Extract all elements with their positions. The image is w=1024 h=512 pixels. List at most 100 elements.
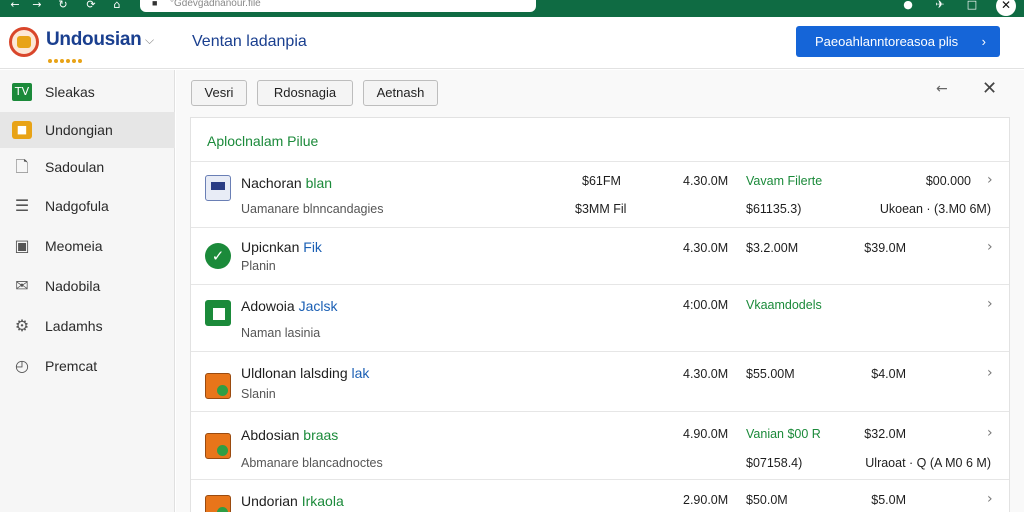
- row-total: $4.0M: [871, 367, 906, 381]
- row-status-detail: $61135.3): [746, 202, 802, 216]
- lock-icon: ■: [152, 0, 158, 8]
- row-status: $55.00M: [746, 367, 795, 381]
- address-text: °Gdevgadnanöur.file: [170, 0, 261, 9]
- chevron-right-icon[interactable]: ›: [987, 491, 993, 507]
- folder-icon: ■: [12, 121, 32, 139]
- package-icon: [205, 495, 231, 512]
- row-subtitle: Planin: [241, 259, 276, 273]
- chevron-right-icon[interactable]: ›: [987, 172, 993, 188]
- chevron-right-icon[interactable]: ›: [987, 425, 993, 441]
- pin-icon[interactable]: ✈: [932, 0, 948, 12]
- tab-vesri[interactable]: Vesri: [191, 80, 247, 106]
- row-total-detail: Ukoean · (3.M0 6M): [879, 202, 991, 216]
- sidebar-item-ladamhs[interactable]: ⚙ Ladamhs: [0, 308, 175, 344]
- row-amount: 4.30.0M: [683, 367, 729, 381]
- browser-toolbar: ← → ↻ ⟳ ⌂ ■ °Gdevgadnanöur.file ● ✈ □ ✕: [0, 0, 1024, 17]
- spreadsheet-icon: [205, 300, 231, 326]
- forward-arrow-icon[interactable]: →: [30, 0, 44, 12]
- row-name: Adowoia Jaclsk: [241, 298, 338, 314]
- chevron-down-icon[interactable]: ⌵: [145, 33, 154, 48]
- table-row[interactable]: Undorian Irkaola 2.90.0M $50.0M $5.0M ›: [191, 481, 1009, 512]
- package-icon: [205, 433, 231, 459]
- row-subtitle: Uamanare blnncandagies: [241, 202, 384, 216]
- row-subtitle: Abmanare blancadnoctes: [241, 456, 383, 470]
- sidebar-item-label: Premcat: [45, 358, 98, 374]
- sidebar-item-label: Sadoulan: [45, 159, 105, 175]
- image-icon: ▣: [14, 236, 30, 255]
- chevron-right-icon[interactable]: ›: [987, 365, 993, 381]
- refresh-icon[interactable]: ↻: [56, 0, 70, 12]
- row-size-secondary: $3MM Fil: [575, 202, 627, 216]
- page-title: Ventan ladanpia: [192, 33, 307, 50]
- logo-icon: [9, 27, 39, 57]
- sidebar-item-label: Nadobila: [45, 278, 101, 294]
- primary-action-label: Paeoahlanntoreasoa plis: [815, 34, 959, 49]
- row-amount: 4.30.0M: [683, 174, 729, 188]
- sidebar-item-nadgofula[interactable]: ☰ Nadgofula: [0, 188, 175, 224]
- reload-icon[interactable]: ⟳: [84, 0, 98, 12]
- table-row[interactable]: Uldlonan lalsding lak Slanin 4.30.0M $55…: [191, 353, 1009, 412]
- primary-action-button[interactable]: Paeoahlanntoreasoa plis ›: [796, 26, 1000, 57]
- gear-icon: ⚙: [14, 316, 30, 335]
- table-row[interactable]: Abdosian braas Abmanare blancadnoctes 4.…: [191, 413, 1009, 480]
- list-icon: ☰: [14, 196, 30, 215]
- row-amount: 4.30.0M: [683, 241, 729, 255]
- document-icon: [205, 175, 231, 201]
- sidebar-item-label: Undongian: [45, 122, 113, 138]
- table-row[interactable]: Nachoran blan Uamanare blnncandagies $61…: [191, 162, 1009, 228]
- chevron-right-icon: ›: [981, 34, 986, 49]
- home-icon[interactable]: ⌂: [110, 0, 124, 12]
- row-amount: 4.90.0M: [683, 427, 729, 441]
- row-status: Vanian $00 R: [746, 427, 821, 441]
- main-content: Vesri Rdosnagia Aetnash ← ✕ Aploclnalam …: [176, 70, 1024, 512]
- maximize-icon[interactable]: □: [964, 0, 980, 12]
- back-arrow-icon[interactable]: ←: [8, 0, 22, 12]
- sidebar-item-meomeia[interactable]: ▣ Meomeia: [0, 228, 175, 264]
- sidebar-item-label: Ladamhs: [45, 318, 103, 334]
- sidebar: TV Sleakas ■ Undongian 🗋 Sadoulan ☰ Nadg…: [0, 70, 175, 512]
- sidebar-item-label: Meomeia: [45, 238, 103, 254]
- sidebar-item-undongian[interactable]: ■ Undongian: [0, 112, 175, 148]
- file-list-panel: Aploclnalam Pilue Nachoran blan Uamanare…: [190, 117, 1010, 512]
- row-status: $50.0M: [746, 493, 788, 507]
- tab-rdosnagia[interactable]: Rdosnagia: [257, 80, 353, 106]
- extension-icon[interactable]: ●: [900, 0, 916, 12]
- sidebar-item-sadoulan[interactable]: 🗋 Sadoulan: [0, 149, 175, 185]
- send-icon: ✉: [15, 276, 29, 295]
- close-window-icon[interactable]: ✕: [996, 0, 1016, 16]
- panel-title: Aploclnalam Pilue: [207, 133, 319, 149]
- row-name: Uldlonan lalsding lak: [241, 365, 370, 381]
- sidebar-item-premcat[interactable]: ◴ Premcat: [0, 348, 175, 384]
- row-size: $61FM: [582, 174, 621, 188]
- app-header: Undousian ⌵ Ventan ladanpia Paeoahlannto…: [0, 17, 1024, 69]
- row-total: $32.0M: [864, 427, 906, 441]
- row-total: $5.0M: [871, 493, 906, 507]
- sidebar-item-label: Nadgofula: [45, 198, 109, 214]
- row-total-detail: Ulraoat · Q (A M0 6 M): [865, 456, 991, 470]
- table-row[interactable]: ✓ Upicnkan Fik Planin 4.30.0M $3.2.00M $…: [191, 229, 1009, 285]
- row-subtitle: Slanin: [241, 387, 276, 401]
- logo-dots: [48, 50, 128, 63]
- check-circle-icon: ✓: [205, 243, 231, 269]
- row-amount: 4:00.0M: [683, 298, 729, 312]
- package-icon: [205, 373, 231, 399]
- sidebar-item-sleakas[interactable]: TV Sleakas: [0, 74, 175, 110]
- row-status-detail: $07158.4): [746, 456, 803, 470]
- back-icon[interactable]: ←: [936, 81, 948, 97]
- tab-aetnash[interactable]: Aetnash: [363, 80, 438, 106]
- row-status: Vkaamdodels: [746, 298, 822, 312]
- sidebar-item-nadobila[interactable]: ✉ Nadobila: [0, 268, 175, 304]
- app-name: Undousian: [46, 29, 142, 50]
- spreadsheet-icon: TV: [12, 83, 32, 101]
- table-row[interactable]: Adowoia Jaclsk Naman lasinia 4:00.0M Vka…: [191, 286, 1009, 352]
- chevron-right-icon[interactable]: ›: [987, 296, 993, 312]
- row-total: $00.000: [925, 174, 971, 188]
- close-icon[interactable]: ✕: [982, 78, 997, 99]
- row-status: $3.2.00M: [746, 241, 799, 255]
- address-bar[interactable]: ■ °Gdevgadnanöur.file: [140, 0, 536, 12]
- row-name: Nachoran blan: [241, 175, 333, 191]
- row-status: Vavam Filerte: [746, 174, 823, 188]
- row-amount: 2.90.0M: [683, 493, 729, 507]
- chevron-right-icon[interactable]: ›: [987, 239, 993, 255]
- clock-icon: ◴: [15, 356, 29, 375]
